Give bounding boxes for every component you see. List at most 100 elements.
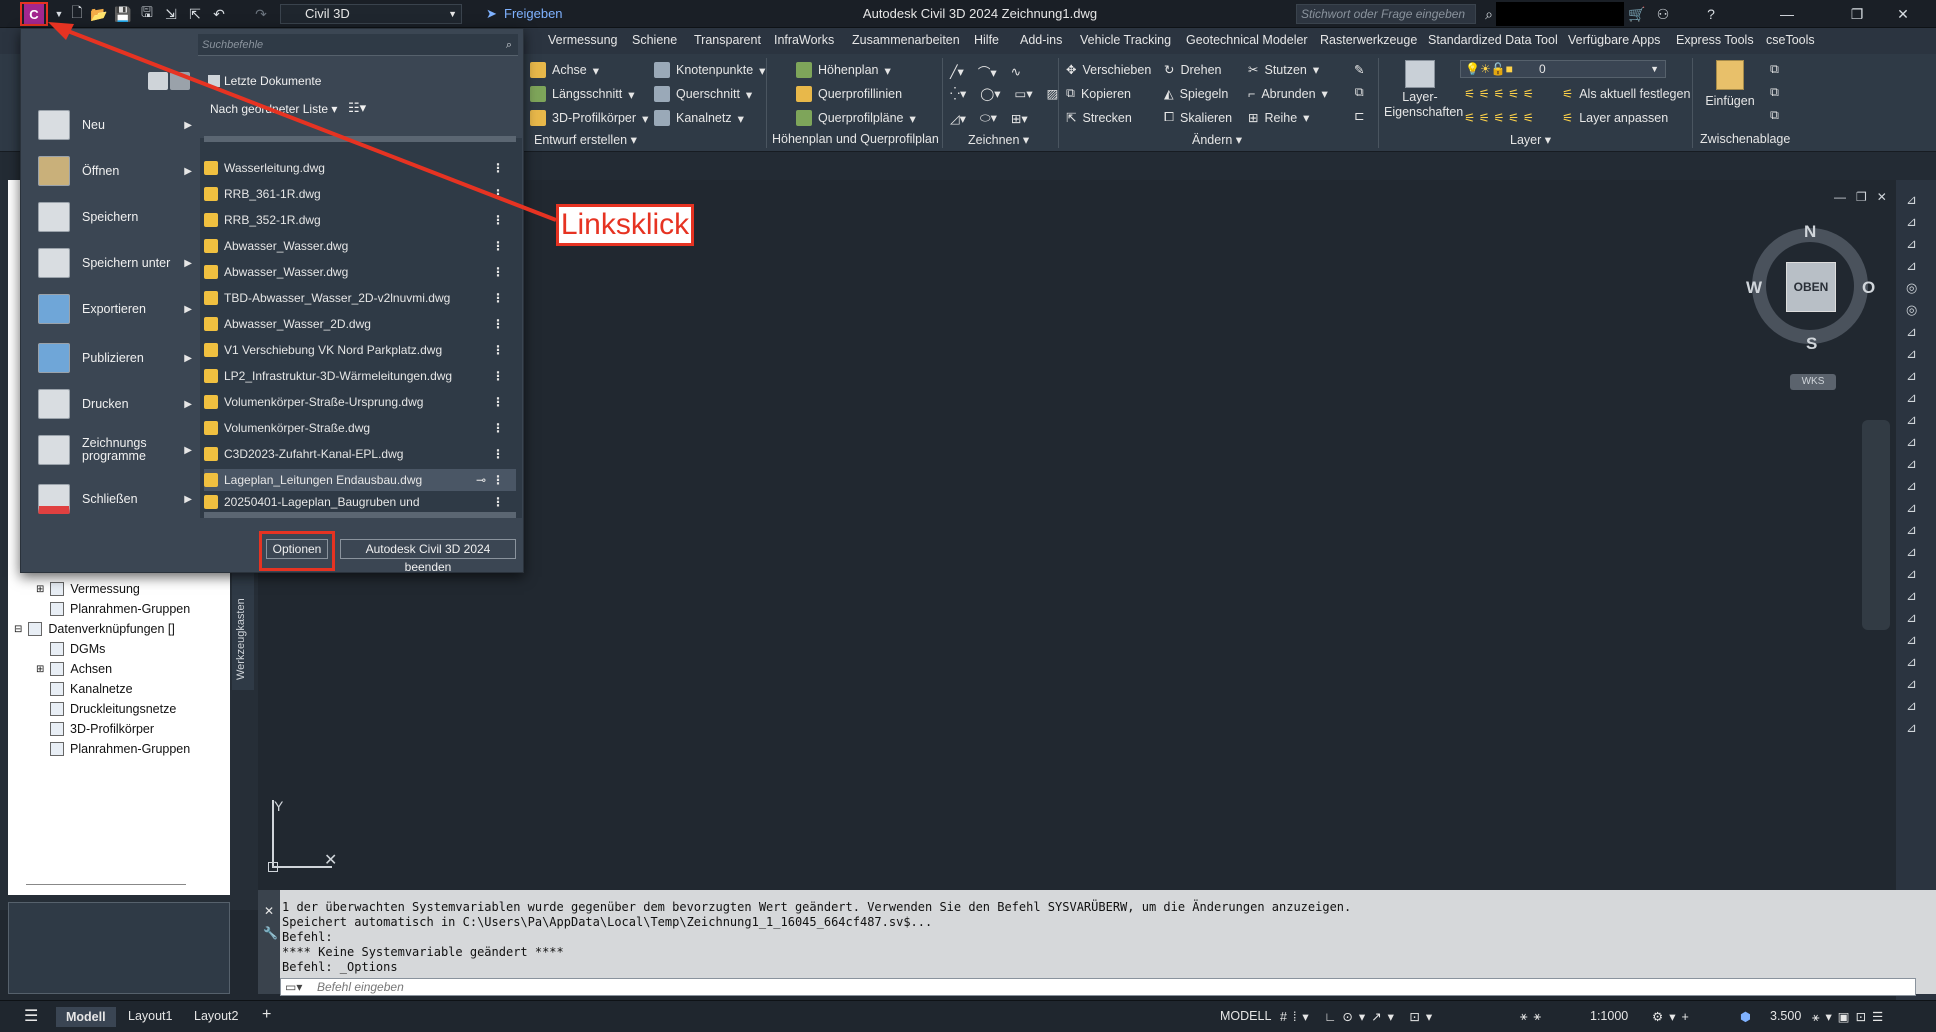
layer-tools-row1[interactable]: ⚟ ⚟ ⚟ ⚟ ⚟	[1464, 86, 1534, 101]
circle-icon[interactable]: ◯▾	[980, 86, 1000, 101]
recent-file[interactable]: TBD-Abwasser_Wasser_2D-v2lnuvmi.dwg ⋮	[204, 287, 516, 309]
tool-icon[interactable]: ◎	[1906, 302, 1917, 318]
tab-layout2[interactable]: Layout2	[194, 1009, 238, 1023]
tree-node[interactable]: Planrahmen-Gruppen	[50, 742, 190, 756]
ribbon-skalieren[interactable]: ⧠ Skalieren	[1164, 110, 1232, 125]
settings-icon[interactable]: ⚙▾+	[1652, 1009, 1695, 1024]
tree-node[interactable]: 3D-Profilkörper	[50, 722, 154, 736]
menu-item-speichern-unter[interactable]: Speichern unter ▶	[20, 242, 200, 284]
tool-icon[interactable]: ⊿	[1906, 214, 1917, 230]
recent-file[interactable]: 20250401-Lageplan_Baugruben und ⋮	[204, 493, 516, 511]
layer-match-button[interactable]: ⚟ Layer anpassen	[1562, 110, 1668, 126]
draw-tools-row2[interactable]: ⁛▾ ◯▾ ▭▾ ▨	[950, 86, 1058, 101]
tab-infraworks[interactable]: InfraWorks	[774, 33, 834, 47]
draw-tools-row1[interactable]: ╱▾ ⌒▾ ∿	[950, 62, 1021, 81]
command-prompt-icon[interactable]: ▭▾	[285, 979, 302, 995]
tool-icon[interactable]: ⊿	[1906, 456, 1917, 472]
recent-file[interactable]: RRB_361-1R.dwg ⋮	[204, 183, 516, 205]
clipboard-tools[interactable]: ⧉ ⧉ ⧉	[1770, 62, 1779, 123]
minimize-icon[interactable]: —	[1776, 3, 1798, 25]
tool-icon[interactable]: ⊿	[1906, 236, 1917, 252]
menu-item-neu[interactable]: Neu ▶	[20, 104, 200, 146]
redo-icon[interactable]: ↷	[250, 3, 272, 25]
recent-file-selected[interactable]: Lageplan_Leitungen Endausbau.dwg ⊸ ⋮	[204, 469, 516, 491]
tool-icon[interactable]: ⊿	[1906, 698, 1917, 714]
expand-icon[interactable]: ⊞	[36, 584, 44, 595]
more-icon[interactable]: ⋮	[492, 291, 504, 305]
menu-item-schliessen[interactable]: Schließen ▶	[20, 478, 200, 520]
expand-icon[interactable]: ⊞	[36, 664, 44, 675]
ribbon-kanalnetz[interactable]: Kanalnetz ▾	[654, 110, 744, 126]
open-docs-toggle-icon[interactable]	[170, 72, 190, 90]
tab-modell[interactable]: Modell	[56, 1007, 116, 1027]
layer-select[interactable]: 💡☀🔓■ 0 ▼	[1460, 60, 1666, 78]
menu-item-zeichnungsprogramme[interactable]: Zeichnungs programme ▶	[20, 429, 200, 471]
recent-file[interactable]: Volumenkörper-Straße.dwg ⋮	[204, 417, 516, 439]
tab-schiene[interactable]: Schiene	[632, 33, 677, 47]
viewport-controls[interactable]: —❐✕	[1834, 190, 1897, 204]
tool-icon[interactable]: ⊿	[1906, 368, 1917, 384]
wrench-icon[interactable]: 🔧	[263, 926, 278, 940]
panel-zeichnen[interactable]: Zeichnen ▾	[968, 132, 1029, 147]
tab-hilfe[interactable]: Hilfe	[974, 33, 999, 47]
list-scroll-bottom[interactable]	[204, 512, 516, 518]
panel-entwurf-erstellen[interactable]: Entwurf erstellen ▾	[534, 132, 637, 147]
ribbon-strecken[interactable]: ⇱ Strecken	[1066, 110, 1132, 126]
panel-aendern[interactable]: Ändern ▾	[1192, 132, 1242, 147]
tree-node[interactable]: DGMs	[50, 642, 105, 656]
point-icon[interactable]: ⁛▾	[950, 86, 966, 101]
layer-tools-row2[interactable]: ⚟ ⚟ ⚟ ⚟ ⚟	[1464, 110, 1534, 125]
tool-icon[interactable]: ⊿	[1906, 324, 1917, 340]
set-current-button[interactable]: ⚟ Als aktuell festlegen	[1562, 86, 1690, 102]
draw-tools-row3[interactable]: ◿▾ ⬭▾ ⊞▾	[950, 110, 1028, 126]
tool-icon[interactable]: ⊿	[1906, 434, 1917, 450]
tab-zusammenarbeiten[interactable]: Zusammenarbeiten	[852, 33, 960, 47]
tool-icon[interactable]: ⊿	[1906, 500, 1917, 516]
tab-add-ins[interactable]: Add-ins	[1020, 33, 1062, 47]
command-input[interactable]: ▭▾ Befehl eingeben	[280, 978, 1916, 996]
ellipse-icon[interactable]: ⬭▾	[980, 110, 997, 126]
menu-item-speichern[interactable]: Speichern	[20, 196, 200, 238]
more-icon[interactable]: ⋮	[492, 473, 504, 487]
tool-icon[interactable]: ⊿	[1906, 478, 1917, 494]
tool-icon[interactable]: ◎	[1906, 280, 1917, 296]
tree-node[interactable]: Druckleitungsnetze	[50, 702, 176, 716]
tab-geotechnical-modeler[interactable]: Geotechnical Modeler	[1186, 33, 1308, 47]
tool-icon[interactable]: ⊿	[1906, 588, 1917, 604]
help-search-input[interactable]: Stichwort oder Frage eingeben	[1296, 4, 1476, 24]
ribbon-hoehenplan[interactable]: Höhenplan ▾	[796, 62, 891, 78]
erase-icon[interactable]: ✎	[1354, 62, 1364, 77]
more-icon[interactable]: ⋮	[492, 317, 504, 331]
tab-vermessung[interactable]: Vermessung	[548, 33, 617, 47]
exit-button[interactable]: Autodesk Civil 3D 2024 beenden	[340, 539, 516, 574]
search-icon[interactable]: ⌕	[506, 34, 512, 56]
user-icon[interactable]: ⚇	[1652, 3, 1674, 25]
export-icon[interactable]: ⇱	[184, 3, 206, 25]
viewcube-face[interactable]: OBEN	[1786, 262, 1836, 312]
compass-south[interactable]: S	[1806, 334, 1817, 354]
tab-standardized-data-tool[interactable]: Standardized Data Tool	[1428, 33, 1558, 47]
save-icon[interactable]: 💾	[112, 3, 134, 25]
spline-icon[interactable]: ∿	[1011, 64, 1021, 79]
panel-zwischenablage[interactable]: Zwischenablage	[1700, 132, 1790, 146]
tool-icon[interactable]: ⊿	[1906, 676, 1917, 692]
tree-node[interactable]: ⊟ Datenverknüpfungen []	[14, 622, 175, 636]
status-toggles[interactable]: #⁞▾ ∟⊙▾↗▾ ⊡▾	[1280, 1009, 1438, 1024]
close-icon[interactable]: ✕	[264, 904, 274, 918]
status-right-icons[interactable]: ⚹▾▣⊡☰	[1812, 1009, 1889, 1025]
tab-verfuegbare-apps[interactable]: Verfügbare Apps	[1568, 33, 1660, 47]
tool-icon[interactable]: ⊿	[1906, 192, 1917, 208]
more-icon[interactable]: ⋮	[492, 495, 504, 509]
polyline-icon[interactable]: ⌒▾	[978, 62, 997, 81]
menu-item-exportieren[interactable]: Exportieren ▶	[20, 288, 200, 330]
share-button[interactable]: ➤ Freigeben	[484, 4, 563, 24]
more-icon[interactable]: ⋮	[492, 213, 504, 227]
new-icon[interactable]: 🗋	[66, 3, 88, 25]
navigation-bar[interactable]	[1862, 420, 1890, 630]
elevation-value[interactable]: 3.500	[1770, 1009, 1801, 1023]
more-icon[interactable]: ⋮	[492, 265, 504, 279]
list-scroll-top[interactable]	[204, 136, 516, 142]
panel-layer[interactable]: Layer ▾	[1510, 132, 1551, 147]
tab-csetools[interactable]: cseTools	[1766, 33, 1815, 47]
save-as-icon[interactable]: 🖫	[136, 3, 158, 25]
